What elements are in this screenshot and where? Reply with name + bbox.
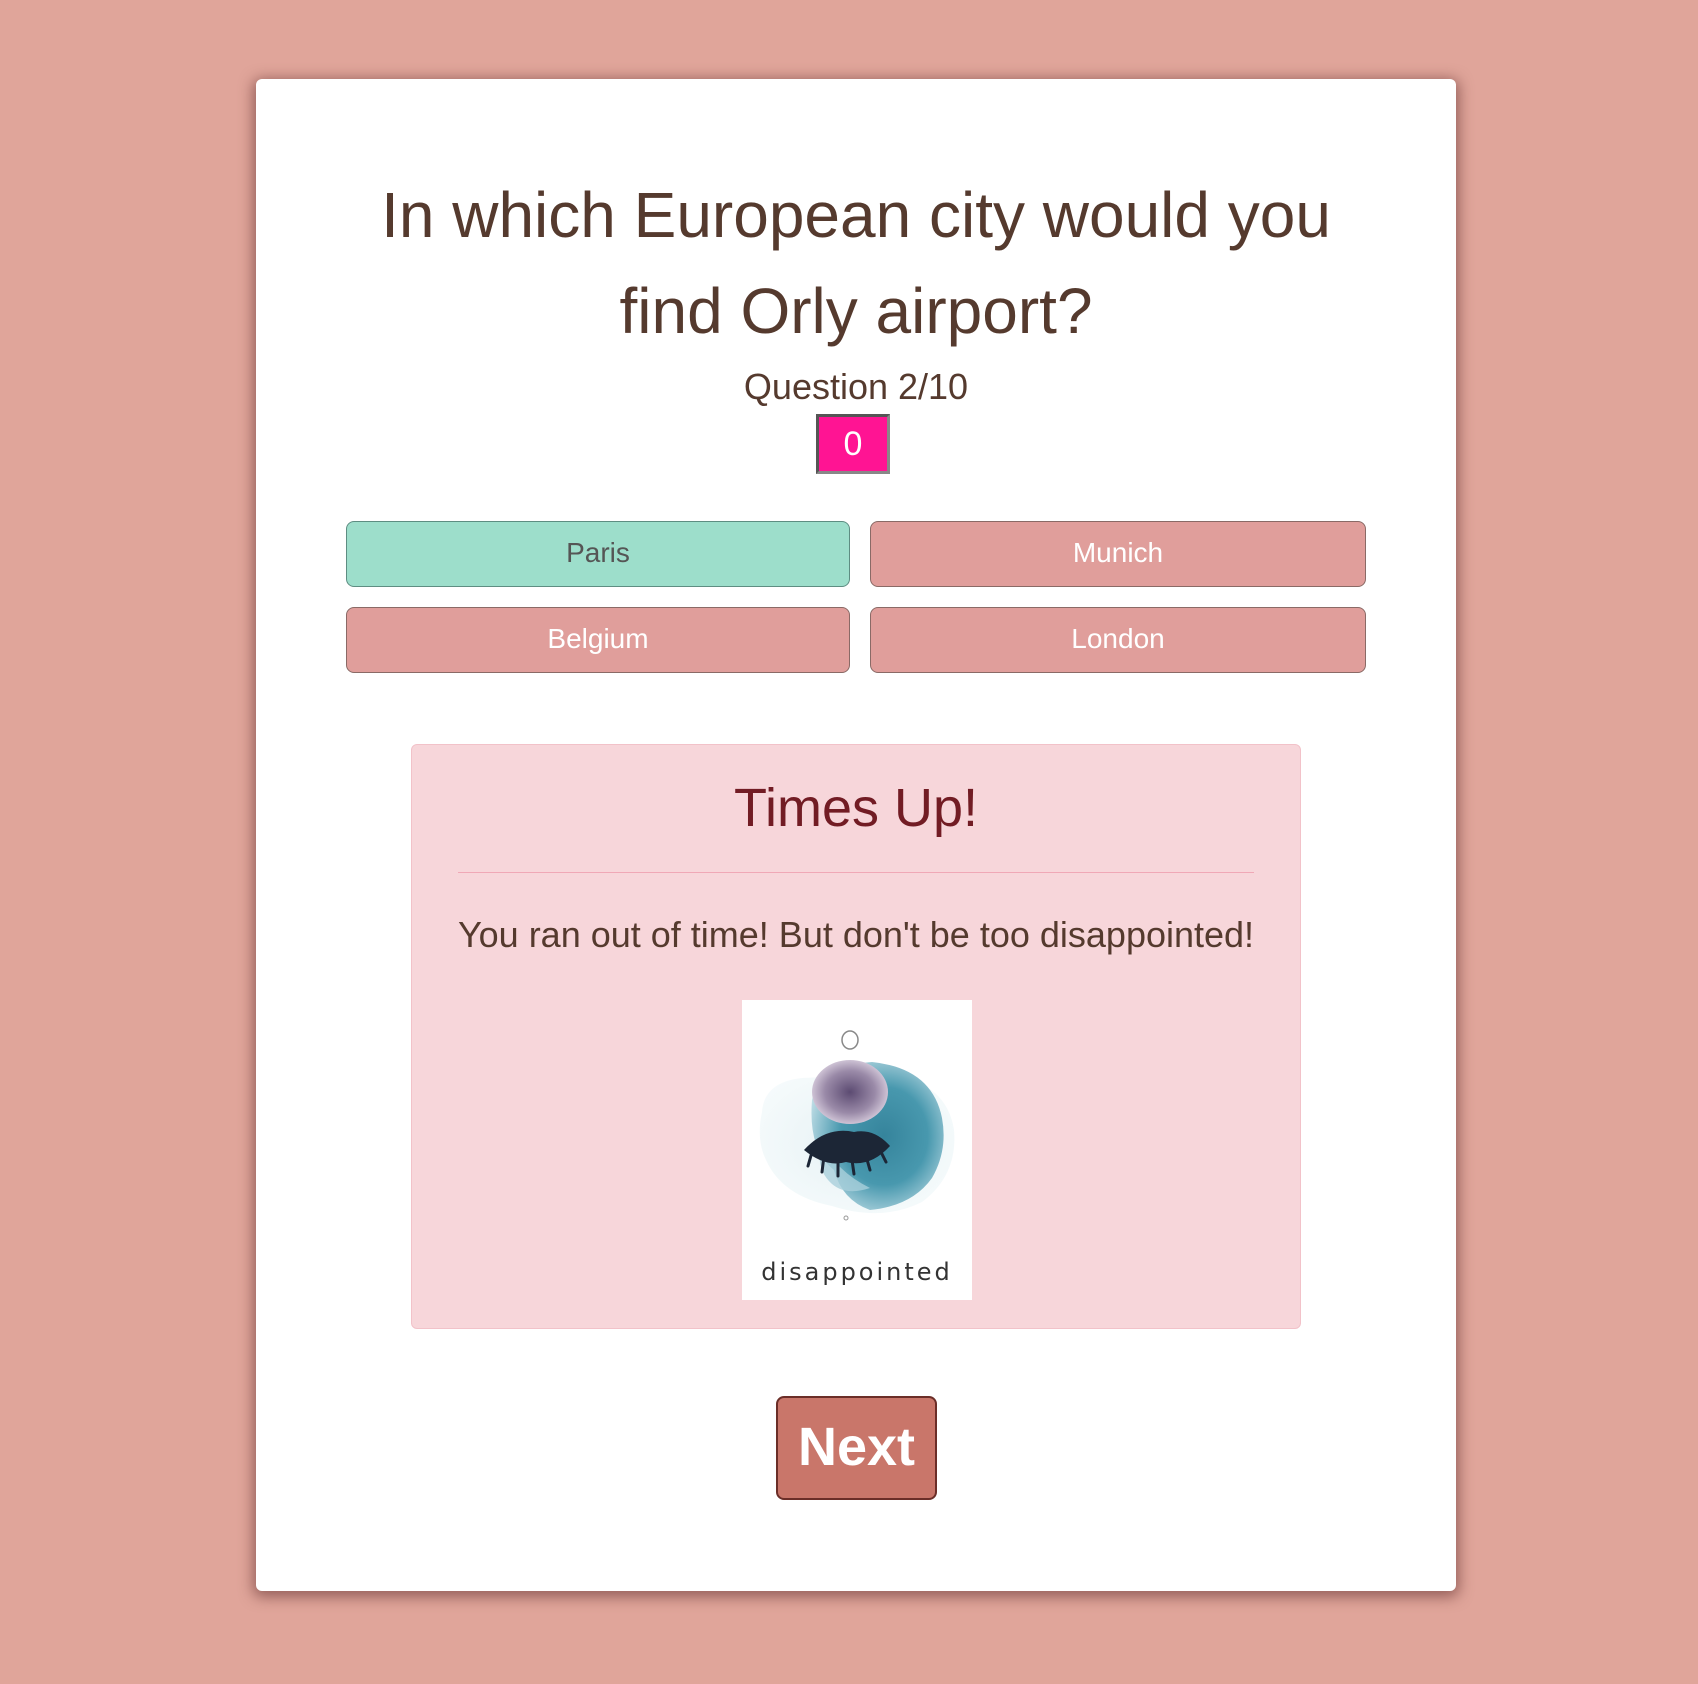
image-caption: disappointed <box>761 1258 953 1286</box>
next-button[interactable]: Next <box>776 1396 937 1500</box>
watercolor-illustration <box>759 1030 955 1221</box>
alert-title: Times Up! <box>733 778 979 838</box>
quiz-card: In which European city would you find Or… <box>256 79 1456 1591</box>
disappointed-image: disappointed <box>742 1000 972 1300</box>
timer-badge: 0 <box>816 414 890 474</box>
question-counter: Question 2/10 <box>743 366 969 407</box>
answer-button-belgium[interactable]: Belgium <box>346 607 850 673</box>
alert-message: You ran out of time! But don't be too di… <box>457 914 1255 955</box>
times-up-alert: Times Up! You ran out of time! But don't… <box>411 744 1301 1329</box>
alert-divider <box>458 872 1254 873</box>
answer-button-london[interactable]: London <box>870 607 1366 673</box>
answer-button-paris[interactable]: Paris <box>346 521 850 587</box>
question-text: In which European city would you find Or… <box>381 179 1331 347</box>
answer-button-munich[interactable]: Munich <box>870 521 1366 587</box>
